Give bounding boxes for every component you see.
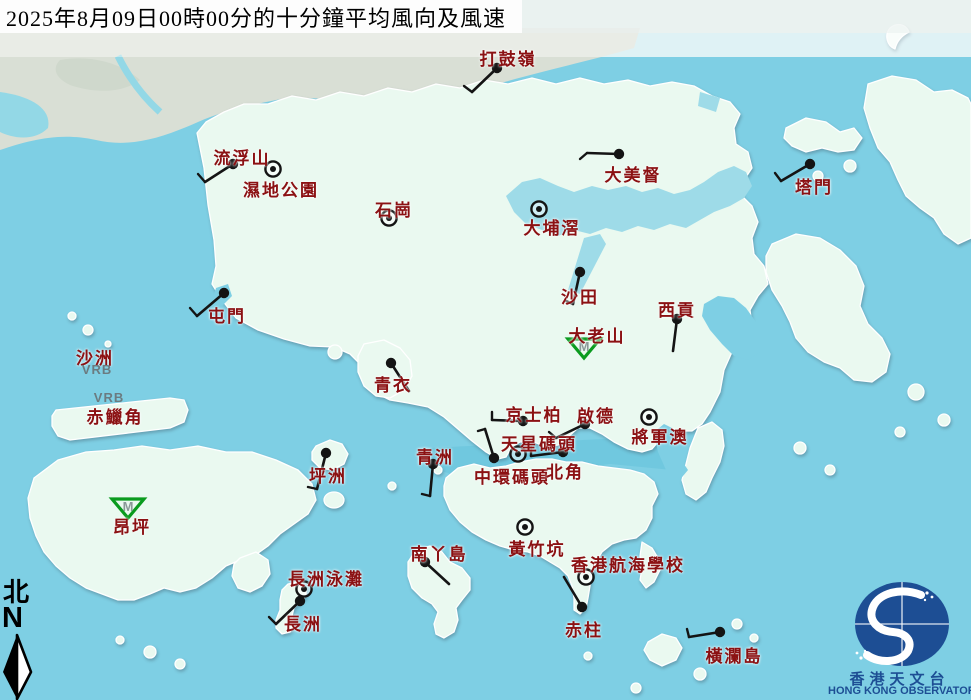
wind-barb-feather — [308, 487, 317, 489]
station-marker-calm — [381, 210, 396, 225]
hko-logo: 香港天文台 HONG KONG OBSERVATORY — [828, 578, 971, 700]
station-dot — [518, 416, 528, 426]
station-marker-barb — [580, 149, 624, 159]
station-marker-barb — [549, 419, 590, 438]
station-marker-barb — [687, 627, 725, 637]
station-marker-calm — [531, 201, 546, 216]
station-marker-barb — [672, 314, 682, 351]
wind-barb-feather — [464, 86, 472, 92]
station-dot — [420, 557, 430, 567]
station-dot — [492, 63, 502, 73]
maintenance-m-letter: M — [579, 339, 590, 354]
station-dot — [583, 574, 589, 580]
station-dot — [295, 596, 305, 606]
station-dot — [219, 288, 229, 298]
wind-barb-feather — [190, 308, 197, 316]
station-marker-barb — [566, 267, 585, 304]
station-dot — [575, 267, 585, 277]
wind-barb-feather — [687, 629, 689, 637]
wind-map: MM 打鼓嶺流浮山濕地公園石崗大美督塔門大埔滘沙田西貢大老山屯門沙洲VRB赤鱲角… — [0, 0, 971, 700]
station-marker-calm — [265, 161, 280, 176]
maintenance-m-letter: M — [123, 499, 134, 514]
station-dot — [715, 627, 725, 637]
wind-barb-feather — [269, 617, 276, 624]
station-marker-barb — [269, 596, 305, 624]
station-marker-calm — [510, 446, 525, 461]
wind-barb-feather — [198, 174, 205, 182]
north-compass: 北 N — [0, 580, 44, 700]
station-marker-m: M — [568, 339, 600, 358]
wind-barb-feather — [478, 429, 485, 431]
station-marker-barb — [492, 412, 528, 426]
station-dot — [321, 448, 331, 458]
station-dot — [646, 414, 652, 420]
station-dot — [577, 602, 587, 612]
station-marker-calm — [578, 569, 593, 584]
north-arrow-icon — [0, 632, 40, 700]
station-dot — [301, 586, 307, 592]
station-marker-calm — [296, 581, 311, 596]
station-dot — [428, 459, 438, 469]
station-marker-barb — [531, 447, 568, 457]
station-dot — [614, 149, 624, 159]
station-dot — [672, 314, 682, 324]
station-dot — [805, 159, 815, 169]
station-dot — [580, 419, 590, 429]
station-marker-barb — [190, 288, 229, 316]
wind-barb-feather — [580, 153, 587, 159]
station-marker-m: M — [112, 499, 144, 518]
station-dot — [489, 453, 499, 463]
station-dot — [558, 447, 568, 457]
hko-name-english: HONG KONG OBSERVATORY — [828, 685, 971, 697]
station-dot — [515, 451, 521, 457]
station-dot — [228, 159, 238, 169]
compass-north-en: N — [2, 604, 23, 633]
wind-barb-shaft — [317, 453, 326, 489]
station-marker-barb — [464, 63, 502, 92]
station-marker-barb — [478, 429, 499, 463]
station-marker-barb — [422, 459, 438, 496]
station-marker-calm — [517, 519, 532, 534]
station-dot — [386, 358, 396, 368]
wind-barb-feather — [775, 173, 781, 181]
map-title: 2025年8月09日00時00分的十分鐘平均風向及風速 — [0, 0, 522, 33]
station-dot — [536, 206, 542, 212]
station-marker-barb — [775, 159, 815, 181]
station-marker-barb — [308, 448, 331, 489]
station-dot — [386, 215, 392, 221]
station-marker-barb — [386, 358, 409, 391]
station-marker-barb — [420, 557, 449, 584]
wind-barb-feather — [422, 494, 430, 496]
wind-barb-feather — [566, 301, 573, 304]
station-dot — [270, 166, 276, 172]
station-marker-calm — [641, 409, 656, 424]
station-marker-barb — [198, 159, 238, 182]
station-dot — [522, 524, 528, 530]
wind-barb-shaft — [197, 293, 224, 316]
station-markers-layer: MM — [0, 0, 971, 700]
wind-barb-feather — [549, 432, 556, 438]
